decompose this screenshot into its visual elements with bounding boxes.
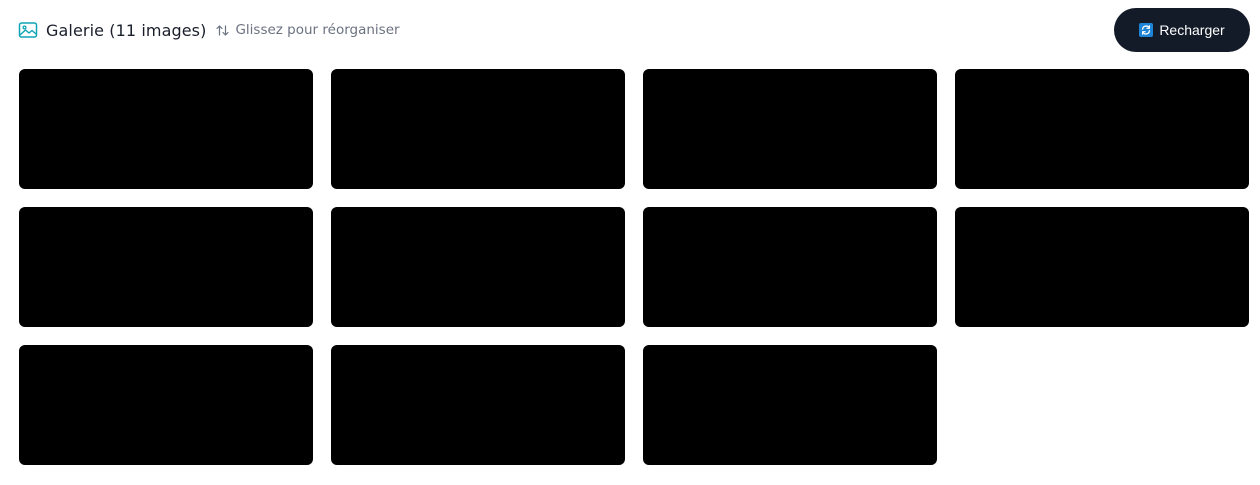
gallery-image-tile[interactable] bbox=[19, 207, 313, 327]
gallery-image-tile[interactable] bbox=[955, 69, 1249, 189]
gallery-image-tile[interactable] bbox=[643, 207, 937, 327]
gallery-image-tile[interactable] bbox=[643, 69, 937, 189]
image-icon bbox=[18, 20, 38, 40]
gallery-image-tile[interactable] bbox=[19, 69, 313, 189]
gallery-image-tile[interactable] bbox=[331, 345, 625, 465]
arrows-up-down-icon bbox=[215, 23, 230, 38]
gallery-image-tile[interactable] bbox=[643, 345, 937, 465]
gallery-image-tile[interactable] bbox=[331, 207, 625, 327]
gallery-title: Galerie (11 images) bbox=[46, 20, 207, 40]
gallery-title-group: Galerie (11 images) Glissez pour réorgan… bbox=[18, 19, 400, 41]
refresh-icon bbox=[1139, 23, 1154, 37]
gallery-image-tile[interactable] bbox=[19, 345, 313, 465]
reload-button[interactable]: Recharger bbox=[1114, 8, 1250, 52]
reorder-hint-text: Glissez pour réorganiser bbox=[235, 22, 400, 38]
gallery-image-tile[interactable] bbox=[331, 69, 625, 189]
reorder-hint: Glissez pour réorganiser bbox=[215, 22, 400, 38]
gallery-grid bbox=[19, 69, 1249, 465]
gallery-header: Galerie (11 images) Glissez pour réorgan… bbox=[0, 0, 1260, 60]
gallery-image-tile[interactable] bbox=[955, 207, 1249, 327]
reload-button-label: Recharger bbox=[1159, 22, 1225, 38]
